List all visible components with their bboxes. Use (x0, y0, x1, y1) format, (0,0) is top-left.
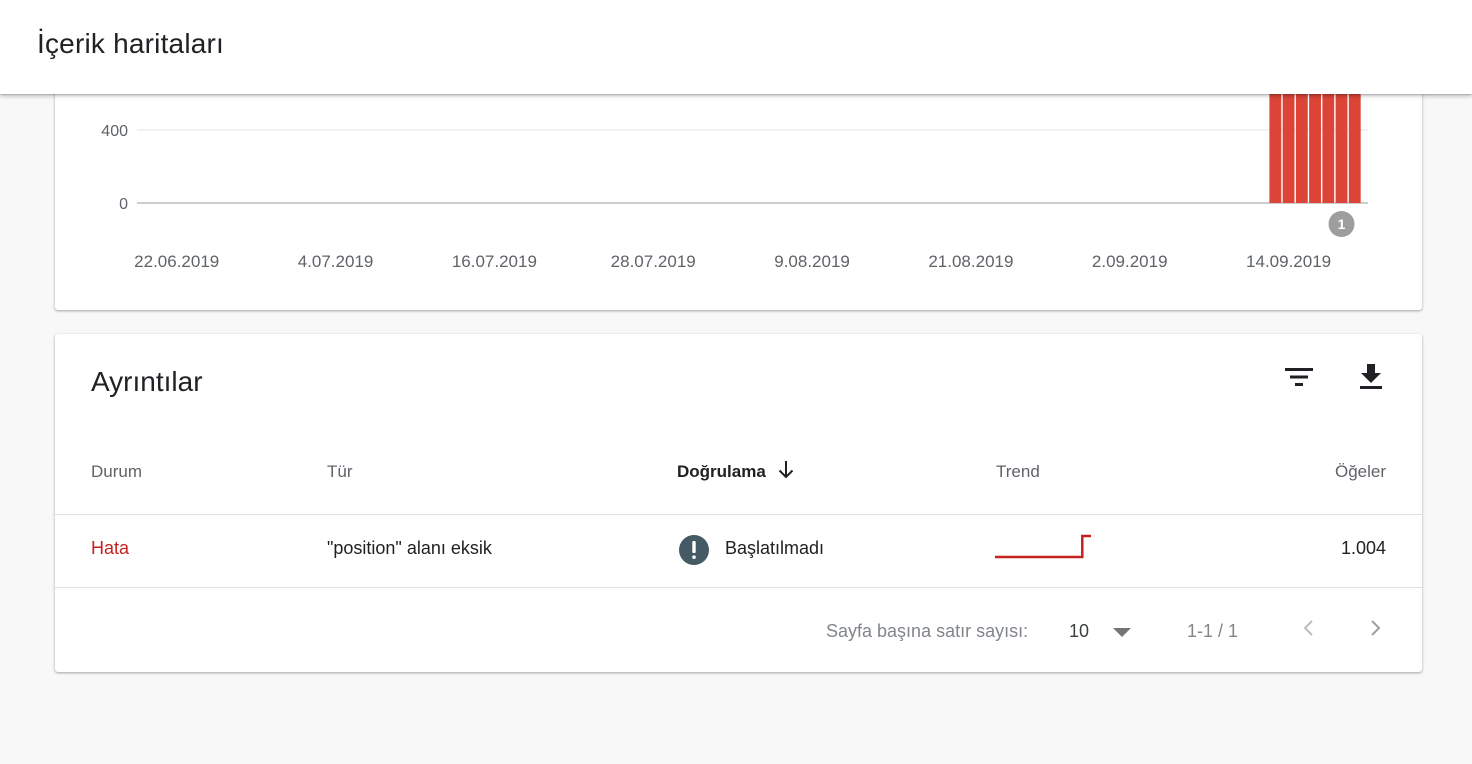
chart-card: 0 400 1 22.06.2019 4.07.2019 16.07.2019 28.07.… (55, 60, 1422, 310)
x-tick-label: 21.08.2019 (928, 252, 1013, 271)
column-header-type[interactable]: Tür (327, 462, 353, 482)
row-status: Hata (91, 538, 130, 558)
column-header-items[interactable]: Öğeler (1335, 462, 1386, 482)
x-tick-label: 16.07.2019 (452, 252, 537, 271)
row-divider (55, 587, 1422, 588)
arrow-down-icon[interactable] (777, 459, 795, 481)
details-title: Ayrıntılar (91, 366, 203, 397)
pagination-range: 1-1 / 1 (1187, 621, 1239, 641)
column-header-trend[interactable]: Trend (996, 462, 1040, 482)
y-tick-label: 400 (101, 123, 128, 140)
chevron-left-icon (1303, 620, 1313, 636)
chevron-right-icon (1371, 620, 1381, 636)
x-tick-label: 9.08.2019 (774, 252, 850, 271)
issues-bar-chart: 0 400 1 22.06.2019 4.07.2019 16.07.2019 28.07.… (101, 60, 1368, 271)
download-icon (1360, 364, 1382, 389)
trend-line (995, 534, 1091, 559)
page-title: İçerik haritaları (37, 28, 225, 59)
caret-down-icon (1113, 628, 1131, 637)
x-tick-label: 4.07.2019 (298, 252, 374, 271)
x-tick-label: 14.09.2019 (1246, 252, 1331, 271)
previous-page-button[interactable] (1294, 614, 1324, 644)
row-validation: Başlatılmadı (725, 538, 825, 558)
header-divider (55, 514, 1422, 515)
rows-per-page-value: 10 (1069, 621, 1090, 641)
y-tick-label: 0 (119, 196, 128, 213)
details-card: Ayrıntılar Durum Tür Doğrulama Trend Öğe… (55, 334, 1422, 672)
x-tick-label: 22.06.2019 (134, 252, 219, 271)
rows-per-page-label: Sayfa başına satır sayısı: (826, 621, 1029, 641)
x-tick-label: 28.07.2019 (611, 252, 696, 271)
alert-icon (679, 535, 709, 565)
x-tick-label: 2.09.2019 (1092, 252, 1168, 271)
row-type: "position" alanı eksik (327, 538, 492, 558)
trend-sparkline (995, 534, 1091, 559)
rows-per-page-select[interactable]: 10 (1069, 618, 1139, 646)
column-header-status[interactable]: Durum (91, 462, 142, 482)
next-page-button[interactable] (1360, 614, 1390, 644)
annotation-label: 1 (1338, 216, 1346, 232)
app-header: İçerik haritaları (0, 0, 1472, 94)
column-header-validation[interactable]: Doğrulama (677, 462, 766, 482)
download-button[interactable] (1353, 359, 1389, 395)
filter-button[interactable] (1281, 359, 1317, 395)
row-items: 1.004 (1340, 538, 1386, 558)
filter-icon (1285, 368, 1313, 386)
